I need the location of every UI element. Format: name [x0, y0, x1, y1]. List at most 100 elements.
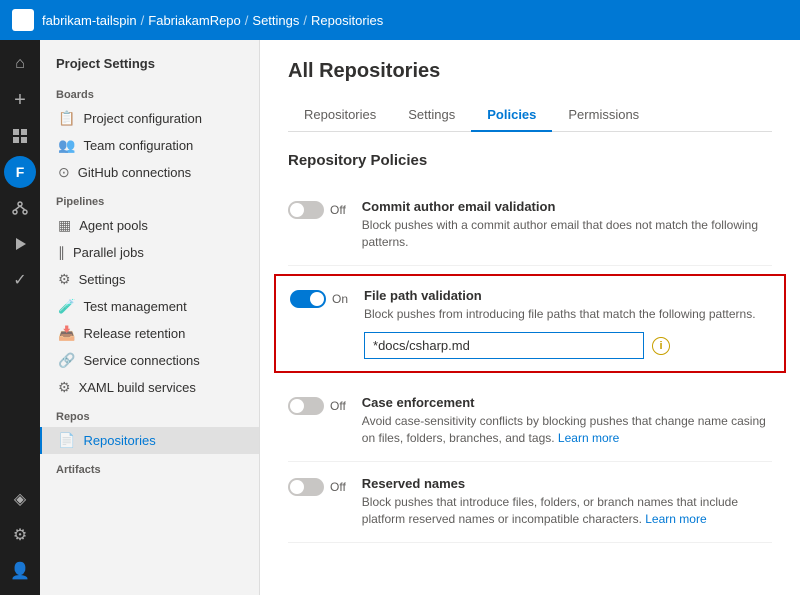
- sidebar-item-repositories[interactable]: 📄 Repositories: [40, 427, 259, 454]
- sidebar-item-label: XAML build services: [79, 380, 196, 395]
- toggle-knob: [290, 203, 304, 217]
- sidebar-item-agent-pools[interactable]: ▦ Agent pools: [40, 212, 259, 239]
- learn-more-link-case[interactable]: Learn more: [558, 431, 619, 445]
- boards-icon[interactable]: [4, 120, 36, 152]
- breadcrumb-settings[interactable]: Settings: [252, 13, 299, 28]
- artifacts-icon[interactable]: ◈: [4, 483, 36, 515]
- content-area: All Repositories Repositories Settings P…: [260, 40, 800, 595]
- settings-icon: ⚙: [58, 271, 71, 288]
- agent-pools-icon: ▦: [58, 217, 71, 234]
- policy-info-reserved-names: Reserved names Block pushes that introdu…: [362, 476, 772, 528]
- sidebar-item-parallel-jobs[interactable]: ∥ Parallel jobs: [40, 239, 259, 266]
- info-icon[interactable]: i: [652, 337, 670, 355]
- github-icon: ⊙: [58, 164, 70, 181]
- service-connections-icon: 🔗: [58, 352, 75, 369]
- sidebar-item-label: Agent pools: [79, 218, 148, 233]
- sidebar-item-service-connections[interactable]: 🔗 Service connections: [40, 347, 259, 374]
- sidebar-section-repos: Repos: [40, 401, 259, 427]
- toggle-area-reserved-names: Off: [288, 476, 346, 496]
- sidebar-item-label: Service connections: [83, 353, 199, 368]
- toggle-knob: [310, 292, 324, 306]
- sidebar-section-pipelines: Pipelines: [40, 186, 259, 212]
- sidebar-item-label: Project configuration: [83, 111, 202, 126]
- policy-desc-commit-author: Block pushes with a commit author email …: [362, 217, 772, 251]
- toggle-commit-author[interactable]: [288, 201, 324, 219]
- toggle-knob: [290, 480, 304, 494]
- sidebar-item-test-management[interactable]: 🧪 Test management: [40, 293, 259, 320]
- toggle-reserved-names[interactable]: [288, 478, 324, 496]
- toggle-area-file-path: On: [290, 288, 348, 308]
- tab-policies[interactable]: Policies: [471, 99, 552, 132]
- section-title: Repository Policies: [288, 152, 772, 169]
- tab-repositories[interactable]: Repositories: [288, 99, 392, 132]
- toggle-knob: [290, 399, 304, 413]
- home-icon[interactable]: ⌂: [4, 48, 36, 80]
- add-icon[interactable]: +: [4, 84, 36, 116]
- sidebar-item-label: GitHub connections: [78, 165, 191, 180]
- repositories-icon: 📄: [58, 432, 75, 449]
- policy-commit-author: Off Commit author email validation Block…: [288, 185, 772, 266]
- policy-desc-reserved-names: Block pushes that introduce files, folde…: [362, 494, 772, 528]
- policy-info-case-enforcement: Case enforcement Avoid case-sensitivity …: [362, 395, 772, 447]
- toggle-label-reserved-names: Off: [330, 480, 346, 494]
- toggle-case-enforcement[interactable]: [288, 397, 324, 415]
- policy-name-reserved-names: Reserved names: [362, 476, 772, 491]
- sidebar-item-label: Release retention: [83, 326, 185, 341]
- file-path-input[interactable]: [364, 332, 644, 359]
- sidebar-item-project-configuration[interactable]: 📋 Project configuration: [40, 105, 259, 132]
- sidebar-item-github-connections[interactable]: ⊙ GitHub connections: [40, 159, 259, 186]
- sidebar-item-xaml-build-services[interactable]: ⚙ XAML build services: [40, 374, 259, 401]
- breadcrumb-repo[interactable]: FabriakamRepo: [148, 13, 241, 28]
- breadcrumb-repositories[interactable]: Repositories: [311, 13, 383, 28]
- policy-case-enforcement: Off Case enforcement Avoid case-sensitiv…: [288, 381, 772, 462]
- learn-more-link-reserved[interactable]: Learn more: [645, 512, 706, 526]
- user-bottom-icon[interactable]: 👤: [4, 555, 36, 587]
- test-management-icon: 🧪: [58, 298, 75, 315]
- sidebar-item-team-configuration[interactable]: 👥 Team configuration: [40, 132, 259, 159]
- policy-info-commit-author: Commit author email validation Block pus…: [362, 199, 772, 251]
- sidebar-item-label: Test management: [83, 299, 186, 314]
- policy-file-path: On File path validation Block pushes fro…: [290, 288, 770, 360]
- policy-row-file-path-highlighted: On File path validation Block pushes fro…: [274, 274, 786, 374]
- release-retention-icon: 📥: [58, 325, 75, 342]
- tabs-bar: Repositories Settings Policies Permissio…: [288, 99, 772, 132]
- repos-icon[interactable]: [4, 192, 36, 224]
- testplans-icon[interactable]: ✓: [4, 264, 36, 296]
- tab-settings[interactable]: Settings: [392, 99, 471, 132]
- breadcrumb-org[interactable]: fabrikam-tailspin: [42, 13, 137, 28]
- team-config-icon: 👥: [58, 137, 75, 154]
- sidebar-title: Project Settings: [40, 52, 259, 79]
- policy-name-commit-author: Commit author email validation: [362, 199, 772, 214]
- sidebar-item-label: Team configuration: [83, 138, 193, 153]
- settings-bottom-icon[interactable]: ⚙: [4, 519, 36, 551]
- toggle-file-path[interactable]: [290, 290, 326, 308]
- sidebar-item-label: Repositories: [83, 433, 155, 448]
- sidebar-section-artifacts: Artifacts: [40, 454, 259, 480]
- sidebar-section-boards: Boards: [40, 79, 259, 105]
- top-nav: fabrikam-tailspin / FabriakamRepo / Sett…: [0, 0, 800, 40]
- toggle-label-file-path: On: [332, 292, 348, 306]
- policy-desc-file-path: Block pushes from introducing file paths…: [364, 306, 770, 323]
- toggle-label-commit-author: Off: [330, 203, 346, 217]
- user-avatar[interactable]: F: [4, 156, 36, 188]
- tab-permissions[interactable]: Permissions: [552, 99, 655, 132]
- toggle-area-commit-author: Off: [288, 199, 346, 219]
- azure-devops-logo[interactable]: [12, 9, 34, 31]
- file-path-input-row: i: [364, 332, 770, 359]
- breadcrumb: fabrikam-tailspin / FabriakamRepo / Sett…: [42, 13, 383, 28]
- sidebar: Project Settings Boards 📋 Project config…: [40, 40, 260, 595]
- sidebar-item-label: Parallel jobs: [73, 245, 144, 260]
- policy-name-case-enforcement: Case enforcement: [362, 395, 772, 410]
- pipelines-icon[interactable]: [4, 228, 36, 260]
- sidebar-item-label: Settings: [79, 272, 126, 287]
- toggle-label-case-enforcement: Off: [330, 399, 346, 413]
- policy-info-file-path: File path validation Block pushes from i…: [364, 288, 770, 360]
- sidebar-item-release-retention[interactable]: 📥 Release retention: [40, 320, 259, 347]
- sidebar-item-settings[interactable]: ⚙ Settings: [40, 266, 259, 293]
- icon-rail: ⌂ + F ✓ ◈ ⚙ 👤: [0, 40, 40, 595]
- policy-desc-case-enforcement: Avoid case-sensitivity conflicts by bloc…: [362, 413, 772, 447]
- toggle-area-case-enforcement: Off: [288, 395, 346, 415]
- policy-reserved-names: Off Reserved names Block pushes that int…: [288, 462, 772, 543]
- parallel-jobs-icon: ∥: [58, 244, 65, 261]
- xaml-icon: ⚙: [58, 379, 71, 396]
